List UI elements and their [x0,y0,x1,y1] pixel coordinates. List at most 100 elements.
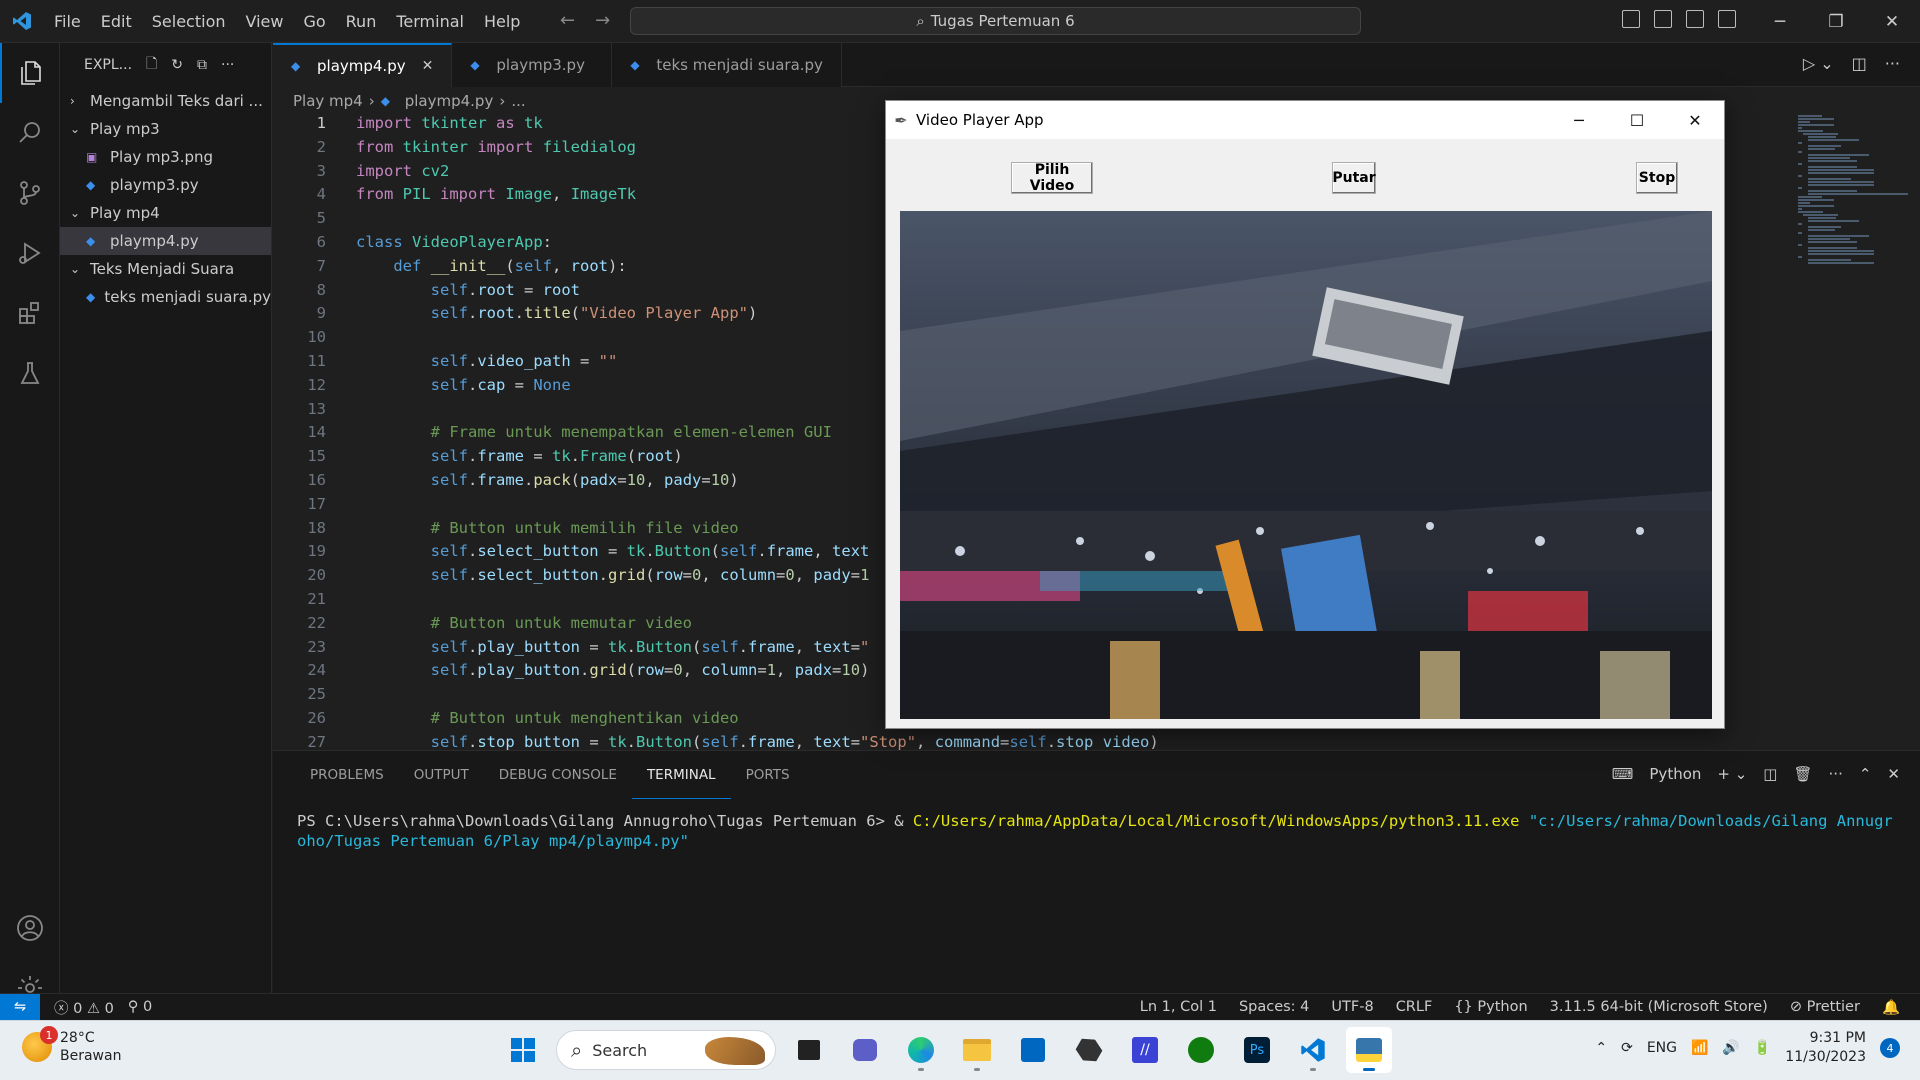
edge-browser-icon[interactable] [898,1027,944,1073]
xbox-icon[interactable] [1178,1027,1224,1073]
menu-item-run[interactable]: Run [336,0,387,43]
panel-tab-problems[interactable]: PROBLEMS [295,751,399,799]
panel-tab-ports[interactable]: PORTS [731,751,805,799]
unity-hub-icon[interactable] [1066,1027,1112,1073]
panel-tab-output[interactable]: OUTPUT [399,751,484,799]
sync-icon[interactable]: ⟳ [1621,1040,1633,1056]
file-explorer-icon[interactable] [954,1027,1000,1073]
new-file-icon[interactable]: 🗋 [146,53,157,77]
more-actions-icon[interactable]: ··· [1885,54,1900,73]
battery-icon[interactable]: 🔋 [1754,1040,1771,1056]
menu-item-help[interactable]: Help [474,0,530,43]
split-editor-icon[interactable]: ◫ [1852,54,1867,73]
show-hidden-icons-icon[interactable]: ⌃ [1595,1040,1607,1056]
code-line[interactable]: 27 self.stop_button = tk.Button(self.fra… [273,733,1920,750]
notification-count-badge[interactable]: 4 [1880,1038,1900,1058]
terminal-output[interactable]: PS C:\Users\rahma\Downloads\Gilang Annug… [273,799,1920,851]
forward-arrow-icon[interactable]: → [595,10,610,31]
breadcrumb-more[interactable]: ... [511,92,525,110]
indentation[interactable]: Spaces: 4 [1239,999,1309,1015]
maximize-button[interactable]: ❐ [1808,0,1864,43]
tree-item[interactable]: ⌄ Play mp4 [60,199,271,227]
extensions-icon[interactable] [0,283,60,343]
new-terminal-icon[interactable]: + ⌄ [1717,765,1747,783]
toggle-primary-sidebar-icon[interactable] [1622,10,1640,28]
panel-tab-debug-console[interactable]: DEBUG CONSOLE [484,751,632,799]
tree-item[interactable]: ▣ Play mp3.png [60,143,271,171]
language-mode[interactable]: {} Python [1454,999,1527,1015]
volume-icon[interactable]: 🔊 [1722,1040,1739,1056]
line-ending[interactable]: CRLF [1396,999,1433,1015]
remote-indicator-icon[interactable]: ⇋ [0,993,40,1021]
run-python-icon[interactable]: ▷ ⌄ [1803,54,1834,73]
kill-terminal-icon[interactable]: 🗑 [1793,765,1812,783]
minimap[interactable] [1798,114,1908,294]
python-app-icon[interactable] [1346,1027,1392,1073]
weather-widget[interactable]: 1 28°C Berawan [22,1026,121,1065]
stop-button[interactable]: Stop [1636,162,1678,194]
select-video-button[interactable]: Pilih Video [1011,162,1093,194]
accounts-icon[interactable] [0,898,60,958]
task-view-icon[interactable] [786,1027,832,1073]
maximize-button[interactable]: ☐ [1608,101,1666,139]
problems-indicator[interactable]: ⓧ 0 ⚠ 0 [54,997,114,1018]
ports-indicator[interactable]: ⚲ 0 [128,999,152,1015]
tree-item[interactable]: ◆ playmp4.py [60,227,271,255]
minimize-button[interactable]: ─ [1550,101,1608,139]
clock[interactable]: 9:31 PM 11/30/2023 [1785,1029,1866,1067]
panel-tab-terminal[interactable]: TERMINAL [631,751,731,799]
menu-item-file[interactable]: File [44,0,91,43]
python-interpreter[interactable]: 3.11.5 64-bit (Microsoft Store) [1550,999,1768,1015]
refresh-icon[interactable]: ↻ [171,57,183,73]
search-view-icon[interactable] [0,103,60,163]
more-actions-icon[interactable]: ··· [1829,765,1843,783]
menu-item-selection[interactable]: Selection [142,0,236,43]
back-arrow-icon[interactable]: ← [560,10,575,31]
editor-tab[interactable]: ◆ teks menjadi suara.py [612,43,842,87]
menu-item-edit[interactable]: Edit [91,0,142,43]
app-blue-icon[interactable]: // [1122,1027,1168,1073]
tab-close-icon[interactable]: ✕ [422,58,434,74]
close-panel-icon[interactable]: ✕ [1887,765,1900,783]
more-actions-icon[interactable]: ··· [221,57,234,73]
cursor-position[interactable]: Ln 1, Col 1 [1140,999,1217,1015]
play-button[interactable]: Putar [1332,162,1376,194]
tree-item[interactable]: ◆ playmp3.py [60,171,271,199]
breadcrumb-file[interactable]: playmp4.py [405,92,494,110]
tree-item[interactable]: › Mengambil Teks dari ... [60,87,271,115]
menu-item-go[interactable]: Go [293,0,335,43]
tree-item[interactable]: ⌄ Play mp3 [60,115,271,143]
start-windows-icon[interactable] [500,1027,546,1073]
input-language[interactable]: ENG [1647,1040,1677,1056]
close-button[interactable]: ✕ [1666,101,1724,139]
testing-flask-icon[interactable] [0,343,60,403]
explorer-icon[interactable] [0,43,60,103]
tree-item[interactable]: ◆ teks menjadi suara.py [60,283,271,311]
microsoft-store-icon[interactable] [1010,1027,1056,1073]
wifi-icon[interactable]: 📶 [1691,1040,1708,1056]
prettier-status[interactable]: ⊘ Prettier [1790,999,1860,1015]
teams-chat-icon[interactable] [842,1027,888,1073]
editor-tab[interactable]: ◆ playmp3.py [452,43,613,87]
collapse-all-icon[interactable]: ⧉ [197,57,207,73]
toggle-secondary-sidebar-icon[interactable] [1686,10,1704,28]
minimize-button[interactable]: ─ [1752,0,1808,43]
maximize-panel-icon[interactable]: ⌃ [1859,765,1872,783]
encoding[interactable]: UTF-8 [1331,999,1373,1015]
terminal-shell-icon[interactable]: ⌨ [1612,765,1634,783]
close-button[interactable]: ✕ [1864,0,1920,43]
editor-tab[interactable]: ◆ playmp4.py ✕ [273,43,453,87]
breadcrumb-folder[interactable]: Play mp4 [293,92,363,110]
tree-item[interactable]: ⌄ Teks Menjadi Suara [60,255,271,283]
toggle-panel-icon[interactable] [1654,10,1672,28]
run-debug-icon[interactable] [0,223,60,283]
command-center[interactable]: ⌕ Tugas Pertemuan 6 [630,7,1361,35]
split-terminal-icon[interactable]: ◫ [1763,765,1777,783]
notifications-bell-icon[interactable]: 🔔 [1882,999,1900,1016]
customize-layout-icon[interactable] [1718,10,1736,28]
vscode-taskbar-icon[interactable] [1290,1027,1336,1073]
taskbar-search[interactable]: ⌕ Search [556,1030,776,1070]
source-control-icon[interactable] [0,163,60,223]
menu-item-view[interactable]: View [236,0,294,43]
terminal-shell-label[interactable]: Python [1649,765,1701,783]
